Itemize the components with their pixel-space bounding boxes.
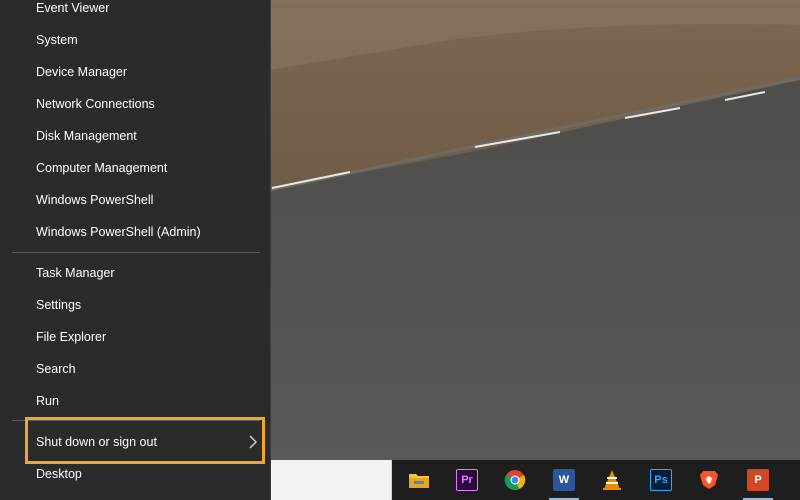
taskbar-app-brave[interactable] — [686, 460, 732, 500]
taskbar-app-chrome[interactable] — [492, 460, 538, 500]
menu-item-label: Network Connections — [36, 97, 155, 111]
menu-item-label: Windows PowerShell (Admin) — [36, 225, 201, 239]
menu-item-label: Device Manager — [36, 65, 128, 79]
menu-item-label: Search — [36, 362, 76, 376]
taskbar-app-powerpoint[interactable]: P — [735, 460, 781, 500]
power-user-menu: Event Viewer System Device Manager Netwo… — [0, 0, 271, 500]
taskbar-app-premiere-pro[interactable]: Pr — [444, 460, 490, 500]
menu-item-label: Computer Management — [36, 161, 168, 175]
powerpoint-icon: P — [747, 469, 769, 491]
menu-divider — [12, 252, 260, 253]
menu-item-disk-management[interactable]: Disk Management — [0, 120, 270, 152]
menu-item-system[interactable]: System — [0, 24, 270, 56]
menu-item-label: Desktop — [36, 467, 82, 481]
taskbar-app-word[interactable]: W — [541, 460, 587, 500]
menu-item-windows-powershell-admin[interactable]: Windows PowerShell (Admin) — [0, 216, 270, 248]
photoshop-icon: Ps — [650, 469, 672, 491]
menu-item-settings[interactable]: Settings — [0, 289, 270, 321]
menu-item-event-viewer[interactable]: Event Viewer — [0, 0, 270, 24]
brave-icon — [698, 469, 720, 491]
menu-item-label: Windows PowerShell — [36, 193, 154, 207]
menu-item-run[interactable]: Run — [0, 385, 270, 417]
folder-icon — [408, 469, 430, 491]
chrome-icon — [504, 469, 526, 491]
menu-item-label: Disk Management — [36, 129, 137, 143]
menu-item-computer-management[interactable]: Computer Management — [0, 152, 270, 184]
menu-item-label: Run — [36, 394, 59, 408]
vlc-icon — [601, 469, 623, 491]
menu-item-device-manager[interactable]: Device Manager — [0, 56, 270, 88]
taskbar-app-photoshop[interactable]: Ps — [638, 460, 684, 500]
menu-item-label: File Explorer — [36, 330, 107, 344]
menu-item-network-connections[interactable]: Network Connections — [0, 88, 270, 120]
taskbar-app-file-explorer[interactable] — [396, 460, 442, 500]
menu-item-task-manager[interactable]: Task Manager — [0, 257, 270, 289]
menu-item-windows-powershell[interactable]: Windows PowerShell — [0, 184, 270, 216]
word-icon: W — [553, 469, 575, 491]
highlight-box — [25, 417, 265, 464]
menu-item-label: Event Viewer — [36, 1, 110, 15]
menu-item-label: System — [36, 33, 78, 47]
menu-item-label: Task Manager — [36, 266, 115, 280]
menu-item-file-explorer[interactable]: File Explorer — [0, 321, 270, 353]
menu-item-search[interactable]: Search — [0, 353, 270, 385]
premiere-pro-icon: Pr — [456, 469, 478, 491]
taskbar-app-vlc[interactable] — [589, 460, 635, 500]
menu-item-label: Settings — [36, 298, 82, 312]
taskbar-search-box[interactable] — [270, 460, 392, 500]
